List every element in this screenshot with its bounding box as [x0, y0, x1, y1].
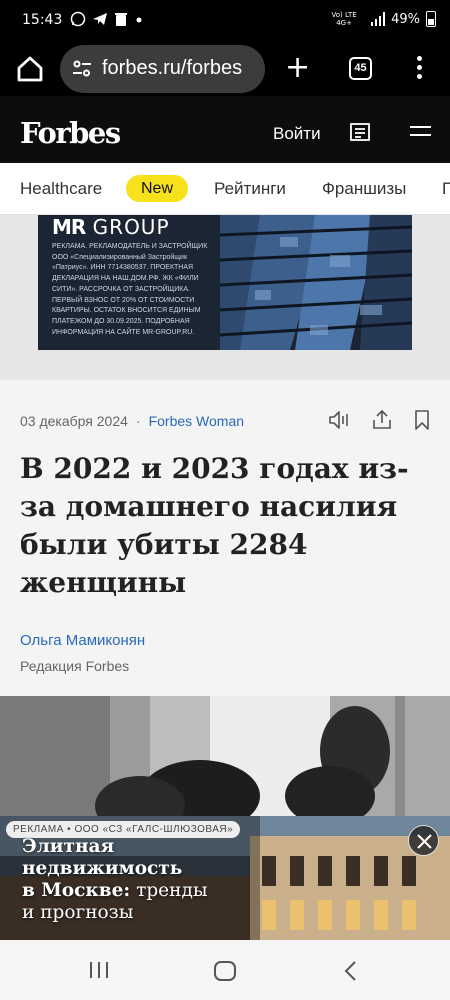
listen-audio-icon[interactable] — [328, 410, 350, 430]
share-icon[interactable] — [372, 410, 392, 430]
article-date: 03 декабря 2024 — [20, 413, 128, 429]
site-settings-icon[interactable] — [72, 59, 92, 79]
bottom-ad-title: Элитная недвижимость в Москве: тренды и … — [22, 836, 208, 923]
login-button[interactable]: Войти — [273, 124, 321, 144]
site-header: Forbes Войти — [0, 96, 450, 163]
category-new-badge[interactable]: New — [126, 175, 188, 202]
category-next[interactable]: П — [442, 179, 450, 199]
article-actions — [328, 410, 430, 430]
dot-icon — [136, 17, 142, 23]
signal-icon — [371, 12, 386, 26]
article-section-link[interactable]: Forbes Woman — [149, 413, 244, 429]
ad-fine-print: РЕКЛАМА. РЕКЛАМОДАТЕЛЬ И ЗАСТРОЙЩИК ООО … — [52, 243, 208, 336]
browser-toolbar: forbes.ru/forbes + 45 — [0, 42, 450, 96]
close-icon — [417, 834, 432, 849]
status-time: 15:43 — [22, 12, 63, 28]
category-nav: Healthcare New Рейтинги Франшизы П — [0, 163, 450, 215]
battery-icon — [426, 11, 436, 27]
network-label: Vo) LTE 4G+ — [331, 11, 357, 27]
home-icon[interactable] — [16, 55, 44, 83]
more-menu-icon[interactable] — [414, 56, 424, 82]
whatsapp-icon — [70, 11, 86, 27]
editorial-label: Редакция Forbes — [20, 658, 130, 674]
article-photo — [0, 696, 450, 816]
category-healthcare[interactable]: Healthcare — [20, 179, 102, 199]
status-right: Vo) LTE 4G+ 49% — [323, 11, 436, 27]
tab-switcher-button[interactable]: 45 — [349, 57, 372, 80]
recent-apps-icon[interactable] — [88, 960, 110, 980]
ad-brand: MR GROUP — [52, 215, 170, 239]
close-ad-button[interactable] — [408, 825, 439, 856]
forbes-logo[interactable]: Forbes — [20, 116, 121, 150]
bottom-ad-banner[interactable]: РЕКЛАМА • ООО «СЗ «ГАЛС-ШЛЮЗОВАЯ» Элитна… — [0, 816, 450, 940]
status-bar: 15:43 Vo) LTE 4G+ 49% — [0, 0, 450, 42]
home-nav-icon[interactable] — [213, 960, 237, 982]
new-tab-button[interactable]: + — [285, 53, 310, 83]
top-ad-banner[interactable]: MR GROUP РЕКЛАМА. РЕКЛАМОДАТЕЛЬ И ЗАСТРО… — [38, 215, 412, 350]
category-ratings[interactable]: Рейтинги — [214, 179, 286, 199]
author-link[interactable]: Ольга Мамиконян — [20, 632, 145, 649]
url-text[interactable]: forbes.ru/forbes — [102, 57, 242, 80]
bookmark-icon[interactable] — [414, 410, 430, 430]
battery-percent: 49% — [391, 11, 420, 27]
category-franchises[interactable]: Франшизы — [322, 179, 406, 199]
hamburger-menu-icon[interactable] — [410, 126, 431, 138]
telegram-icon — [93, 13, 107, 25]
article-meta: 03 декабря 2024 · Forbes Woman — [20, 413, 244, 429]
ad-building-image — [220, 215, 412, 350]
system-nav-bar — [0, 940, 450, 1000]
article-headline: В 2022 и 2023 годах из-за домашнего наси… — [20, 452, 409, 599]
news-feed-icon[interactable] — [350, 123, 370, 141]
trash-icon — [115, 13, 127, 26]
article-photo-image — [0, 696, 450, 816]
back-icon[interactable] — [342, 960, 358, 982]
article-header: 03 декабря 2024 · Forbes Woman В 2022 и 20… — [0, 380, 450, 696]
meta-separator: · — [135, 413, 141, 429]
top-ad-zone: MR GROUP РЕКЛАМА. РЕКЛАМОДАТЕЛЬ И ЗАСТРО… — [0, 215, 450, 380]
notification-icons — [70, 11, 144, 27]
address-bar[interactable]: forbes.ru/forbes — [60, 45, 265, 93]
